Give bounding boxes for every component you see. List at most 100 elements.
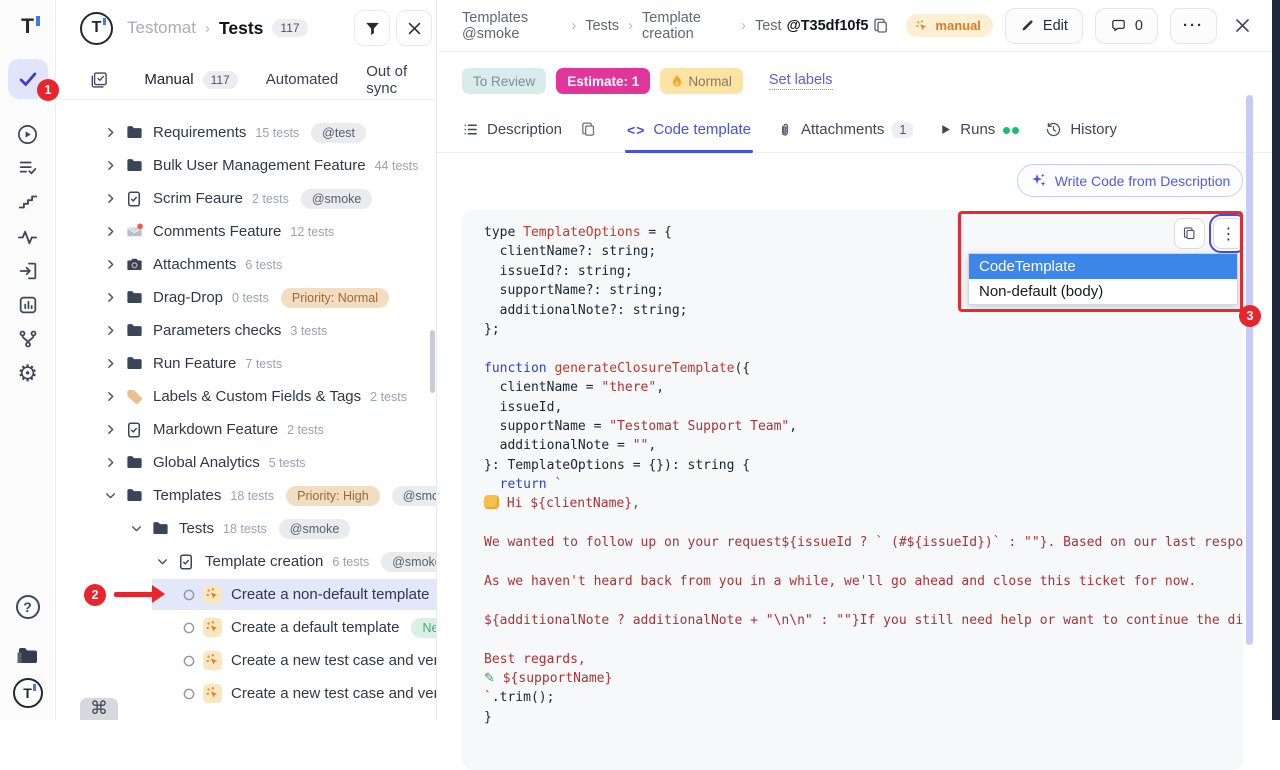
chevron-right-icon[interactable] <box>104 324 118 338</box>
mail-icon <box>125 222 144 241</box>
steps-nav-item[interactable] <box>9 183 47 221</box>
tests-count-badge: 117 <box>272 19 307 37</box>
breadcrumb-project[interactable]: Testomat <box>127 18 196 38</box>
detail-scrollbar-thumb[interactable] <box>1246 95 1253 645</box>
chevron-right-icon[interactable] <box>104 192 118 206</box>
tab-manual[interactable]: Manual 117 <box>144 71 237 89</box>
tree-item-label: Comments Feature <box>153 223 281 240</box>
comments-button[interactable]: 0 <box>1095 8 1158 44</box>
folder-icon <box>151 519 170 538</box>
tree-item-count: 15 tests <box>255 126 299 140</box>
folder-icon <box>125 156 144 175</box>
more-actions-button[interactable]: ··· <box>1170 8 1217 44</box>
tab-out-of-sync[interactable]: Out of sync <box>366 63 436 97</box>
tree-item-label: Attachments <box>153 256 236 273</box>
tree-scrollbar-thumb[interactable] <box>430 330 435 393</box>
close-detail-button[interactable] <box>1229 12 1256 39</box>
tree-folder-item[interactable]: Tests18 tests@smoke <box>56 512 436 545</box>
folder-icon <box>125 123 144 142</box>
tree-folder-item[interactable]: Run Feature7 tests <box>56 347 436 380</box>
code-template-option[interactable]: Non-default (body) <box>969 279 1237 304</box>
chevron-right-icon[interactable] <box>104 423 118 437</box>
page-title: Tests <box>219 18 263 39</box>
list-check-icon <box>17 157 39 179</box>
tree-folder-item[interactable]: Requirements15 tests@test <box>56 116 436 149</box>
chevron-down-icon[interactable] <box>104 489 118 503</box>
chevron-right-icon[interactable] <box>104 258 118 272</box>
chevron-right-icon[interactable] <box>104 291 118 305</box>
tab-automated[interactable]: Automated <box>266 71 339 88</box>
tree-folder-item[interactable]: Attachments6 tests <box>56 248 436 281</box>
tab-runs[interactable]: Runs <box>939 107 1019 152</box>
tree-folder-item[interactable]: Comments Feature12 tests <box>56 215 436 248</box>
project-logo-icon[interactable]: T <box>80 12 113 45</box>
funnel-icon <box>364 20 381 37</box>
tree-item-count: 2 tests <box>370 390 407 404</box>
filter-button[interactable] <box>354 10 390 46</box>
code-template-option[interactable]: CodeTemplate <box>969 254 1237 279</box>
tree-test-item[interactable]: Create a non-default templateTo Review <box>56 578 436 611</box>
chevron-down-icon[interactable] <box>156 555 170 569</box>
testomat-badge-item[interactable]: T <box>9 674 47 712</box>
tree-folder-item[interactable]: Drag-Drop0 testsPriority: Normal <box>56 281 436 314</box>
test-plans-nav-item[interactable] <box>9 149 47 187</box>
pulse-nav-item[interactable] <box>9 218 47 256</box>
tree-test-item[interactable]: Create a new test case and verify <box>56 644 436 677</box>
tab-history[interactable]: History <box>1045 107 1117 152</box>
copy-description-button[interactable] <box>576 117 601 142</box>
settings-nav-item[interactable]: ⚙ <box>9 355 47 393</box>
chevron-right-icon[interactable] <box>104 126 118 140</box>
tree-item-label: Templates <box>153 487 221 504</box>
projects-nav-item[interactable] <box>9 637 47 675</box>
tree-folder-item[interactable]: Parameters checks3 tests <box>56 314 436 347</box>
branch-nav-item[interactable] <box>9 320 47 358</box>
close-panel-button[interactable] <box>396 10 432 46</box>
analytics-nav-item[interactable] <box>9 286 47 324</box>
chevron-right-icon[interactable] <box>104 390 118 404</box>
tab-code-template[interactable]: <> Code template <box>627 107 751 152</box>
edit-button[interactable]: Edit <box>1005 8 1083 44</box>
code-template-menu-button[interactable]: ⋮ <box>1213 218 1243 249</box>
folder-icon <box>125 453 144 472</box>
tree-item-label: Run Feature <box>153 355 236 372</box>
tree-folder-item[interactable]: Template creation6 tests@smoke <box>56 545 436 578</box>
import-nav-item[interactable] <box>9 252 47 290</box>
manual-count-badge: 117 <box>203 71 238 89</box>
breadcrumb-item[interactable]: Template creation <box>642 10 732 42</box>
checklist-icon[interactable] <box>90 70 108 90</box>
tree-folder-item[interactable]: Templates18 testsPriority: High@smoke <box>56 479 436 512</box>
code-editor[interactable]: type TemplateOptions = { clientName?: st… <box>462 210 1243 770</box>
tree-item-count: 18 tests <box>230 489 274 503</box>
tree-folder-item[interactable]: Global Analytics5 tests <box>56 446 436 479</box>
help-nav-item[interactable]: ? <box>9 588 47 626</box>
severity-badge[interactable]: Normal <box>660 68 743 94</box>
tab-description[interactable]: Description <box>462 107 562 152</box>
chevron-right-icon[interactable] <box>104 159 118 173</box>
tree-item-label: Scrim Feaure <box>153 190 243 207</box>
status-badge-to-review[interactable]: To Review <box>462 68 546 94</box>
tree-test-item[interactable]: Create a default templateNew label <box>56 611 436 644</box>
tree-item-count: 0 tests <box>232 291 269 305</box>
testomat-logo-icon[interactable]: T <box>9 8 47 46</box>
tab-attachments[interactable]: Attachments 1 <box>777 107 913 152</box>
set-labels-link[interactable]: Set labels <box>769 72 833 90</box>
runs-nav-item[interactable] <box>9 115 47 153</box>
chevron-right-icon[interactable] <box>104 456 118 470</box>
tree-folder-item[interactable]: Scrim Feaure2 tests@smoke <box>56 182 436 215</box>
breadcrumb-item[interactable]: Templates @smoke <box>462 10 562 42</box>
copy-code-button[interactable] <box>1174 218 1205 249</box>
tree-folder-item[interactable]: Labels & Custom Fields & Tags2 tests <box>56 380 436 413</box>
play-icon <box>939 123 952 136</box>
chevron-right-icon[interactable] <box>104 225 118 239</box>
tree-item-label: Create a non-default template <box>231 586 429 603</box>
tree-folder-item[interactable]: Markdown Feature2 tests <box>56 413 436 446</box>
annotation-step-3: 3 <box>1239 305 1261 327</box>
chevron-right-icon[interactable] <box>104 357 118 371</box>
copy-test-id-button[interactable] <box>868 13 894 39</box>
write-code-from-description-button[interactable]: Write Code from Description <box>1017 164 1243 197</box>
estimate-badge[interactable]: Estimate: 1 <box>556 68 650 94</box>
tree-folder-item[interactable]: Bulk User Management Feature44 tests <box>56 149 436 182</box>
camera-icon <box>125 255 144 274</box>
chevron-down-icon[interactable] <box>130 522 144 536</box>
breadcrumb-item[interactable]: Tests <box>585 18 619 34</box>
